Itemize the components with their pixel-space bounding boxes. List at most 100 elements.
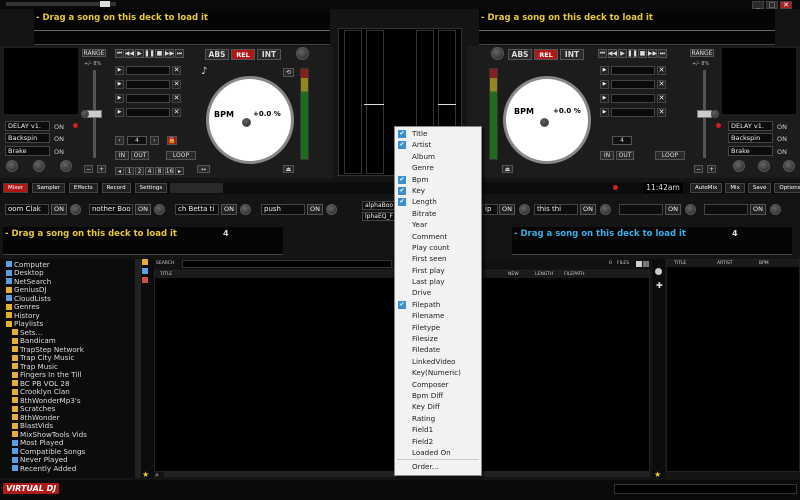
range-button-left[interactable]: RANGE bbox=[82, 49, 106, 57]
menu-item-genre[interactable]: Genre bbox=[395, 162, 481, 173]
tree-item[interactable]: Most Played bbox=[6, 438, 135, 447]
menu-item-loaded-on[interactable]: Loaded On bbox=[395, 447, 481, 458]
play-icon[interactable]: ▶ bbox=[618, 49, 627, 58]
menu-item-filename[interactable]: Filename bbox=[395, 310, 481, 321]
fx-on-left-3[interactable]: ON bbox=[54, 148, 64, 156]
effect-slot-4[interactable]: push bbox=[261, 204, 305, 215]
menu-item-bpm-diff[interactable]: Bpm Diff bbox=[395, 390, 481, 401]
automix-button[interactable]: AutoMix bbox=[690, 183, 723, 193]
menu-item-filepath[interactable]: ✔ Filepath bbox=[395, 299, 481, 310]
menu-item-order[interactable]: Order... bbox=[395, 461, 481, 472]
menu-item-bpm[interactable]: ✔ Bpm bbox=[395, 174, 481, 185]
fx-name-right-2[interactable]: Backspin bbox=[728, 133, 773, 143]
pitch-plus-right[interactable]: + bbox=[707, 165, 716, 173]
eject-icon-left[interactable]: ⏏ bbox=[283, 165, 294, 173]
eject-icon-right[interactable]: ⏏ bbox=[502, 165, 513, 173]
column-title[interactable]: TITLE bbox=[160, 272, 172, 277]
cue-delete-icon[interactable]: ✕ bbox=[657, 108, 666, 117]
menu-item-first-play[interactable]: First play bbox=[395, 265, 481, 276]
cue-delete-icon[interactable]: ✕ bbox=[657, 66, 666, 75]
fx-knob-right-3[interactable] bbox=[783, 160, 795, 172]
fx-on-right-3[interactable]: ON bbox=[777, 148, 787, 156]
sync-abs-left[interactable]: ABS bbox=[205, 49, 229, 60]
loop-size-forward-icon[interactable]: ▸ bbox=[175, 167, 184, 175]
pitch-handle-left[interactable] bbox=[87, 110, 102, 118]
menu-item-filetype[interactable]: Filetype bbox=[395, 322, 481, 333]
effect-knob-3[interactable] bbox=[240, 204, 251, 215]
tab-settings[interactable]: Settings bbox=[134, 183, 168, 193]
stop-icon[interactable]: ■ bbox=[155, 49, 164, 58]
gain-knob-right[interactable] bbox=[491, 47, 504, 60]
menu-item-first-seen[interactable]: First seen bbox=[395, 253, 481, 264]
forward-icon[interactable]: ▶▶ bbox=[165, 49, 174, 58]
fx-on-right-1[interactable]: ON bbox=[777, 123, 787, 131]
tree-item[interactable]: Fingers In the Till bbox=[6, 370, 135, 379]
effect-slot-8[interactable]: this thi bbox=[534, 204, 578, 215]
playlist-add-icon[interactable] bbox=[142, 268, 148, 274]
cue-delete-icon[interactable]: ✕ bbox=[172, 108, 181, 117]
fx-knob-right-1[interactable] bbox=[733, 160, 745, 172]
prev-track-icon[interactable]: ⏮ bbox=[115, 49, 124, 58]
cue-play-icon[interactable]: ▶ bbox=[600, 66, 609, 75]
fx-name-left-1[interactable]: DELAY v1. bbox=[5, 121, 50, 131]
pause-icon[interactable]: ❚❚ bbox=[627, 49, 638, 58]
menu-item-filesize[interactable]: Filesize bbox=[395, 333, 481, 344]
favorite-icon-right[interactable]: ★ bbox=[654, 470, 661, 479]
column-length[interactable]: LENGTH bbox=[535, 272, 553, 277]
loop-size[interactable]: 1 bbox=[125, 167, 134, 175]
tree-item[interactable]: Trap City Music bbox=[6, 353, 135, 362]
tree-item[interactable]: Scratches bbox=[6, 404, 135, 413]
lock-icon-left[interactable]: 🔒 bbox=[167, 136, 177, 145]
menu-item-key-numeric[interactable]: Key(Numeric) bbox=[395, 367, 481, 378]
effect-on-4[interactable]: ON bbox=[307, 204, 323, 215]
fx-name-right-3[interactable]: Brake bbox=[728, 146, 773, 156]
cue-slot[interactable] bbox=[126, 94, 170, 103]
tree-item[interactable]: MixShowTools Vids bbox=[6, 430, 135, 439]
menu-item-last-play[interactable]: Last play bbox=[395, 276, 481, 287]
sync-rel-right[interactable]: REL bbox=[534, 49, 558, 60]
tree-item[interactable]: Sets... bbox=[6, 328, 135, 337]
prev-track-icon[interactable]: ⏮ bbox=[598, 49, 607, 58]
tree-item[interactable]: GeniusDJ bbox=[6, 285, 135, 294]
loop-size-back-icon[interactable]: ◂ bbox=[115, 167, 124, 175]
effect-knob-7[interactable] bbox=[519, 204, 530, 215]
fx-on-right-2[interactable]: ON bbox=[777, 135, 787, 143]
tree-item[interactable]: Playlists bbox=[6, 319, 135, 328]
range-button-right[interactable]: RANGE bbox=[690, 49, 714, 57]
menu-item-drive[interactable]: Drive bbox=[395, 287, 481, 298]
loop-button-left[interactable]: LOOP bbox=[166, 151, 196, 160]
effect-slot-5[interactable]: alphaBoo bbox=[362, 201, 395, 210]
tree-item[interactable]: Never Played bbox=[6, 455, 135, 464]
loop-half-icon[interactable]: ‹ bbox=[115, 136, 124, 145]
cue-slot[interactable] bbox=[611, 80, 655, 89]
sync-rel-left[interactable]: REL bbox=[231, 49, 255, 60]
next-track-icon[interactable]: ⏭ bbox=[175, 49, 184, 58]
fx-knob-left-1[interactable] bbox=[6, 160, 18, 172]
cue-play-icon[interactable]: ▶ bbox=[115, 66, 124, 75]
fx-on-left-2[interactable]: ON bbox=[54, 135, 64, 143]
pitch-handle-right[interactable] bbox=[697, 110, 712, 118]
options-button[interactable]: Options bbox=[774, 183, 800, 193]
cue-play-icon[interactable]: ▶ bbox=[115, 108, 124, 117]
crossfader-mini-handle[interactable] bbox=[100, 1, 110, 7]
tree-item[interactable]: 8thWonder bbox=[6, 413, 135, 422]
reverse-icon-left[interactable]: ↔ bbox=[197, 165, 210, 173]
loop-in-right[interactable]: IN bbox=[600, 151, 614, 160]
menu-item-field2[interactable]: Field2 bbox=[395, 436, 481, 447]
loop-size[interactable]: 8 bbox=[155, 167, 164, 175]
menu-item-play-count[interactable]: Play count bbox=[395, 242, 481, 253]
cue-play-icon[interactable]: ▶ bbox=[600, 94, 609, 103]
favorite-icon[interactable]: ★ bbox=[142, 470, 149, 479]
effect-knob-8[interactable] bbox=[600, 204, 611, 215]
cue-play-icon[interactable]: ▶ bbox=[115, 94, 124, 103]
menu-item-bitrate[interactable]: Bitrate bbox=[395, 208, 481, 219]
tree-item[interactable]: CloudLists bbox=[6, 294, 135, 303]
close-button[interactable]: ✕ bbox=[780, 1, 792, 9]
menu-item-composer[interactable]: Composer bbox=[395, 379, 481, 390]
menu-item-linkedvideo[interactable]: LinkedVideo bbox=[395, 356, 481, 367]
fx-name-left-2[interactable]: Backspin bbox=[5, 133, 50, 143]
cue-slot[interactable] bbox=[611, 108, 655, 117]
effect-knob-2[interactable] bbox=[154, 204, 165, 215]
tab-mixer[interactable]: Mixer bbox=[3, 183, 29, 193]
pause-icon[interactable]: ❚❚ bbox=[144, 49, 155, 58]
